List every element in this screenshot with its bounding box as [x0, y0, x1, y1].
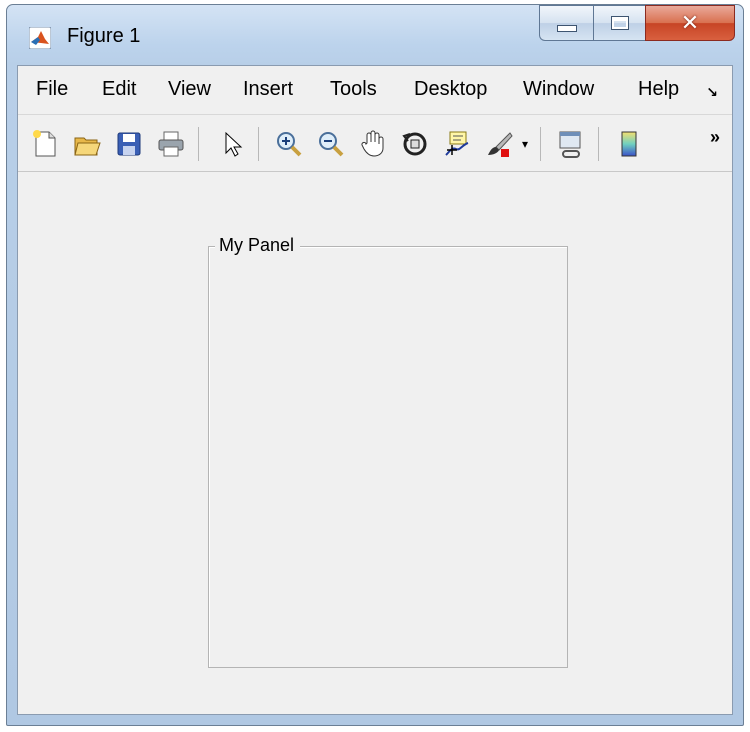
toolbar-separator [258, 127, 259, 161]
matlab-logo-icon [29, 27, 51, 49]
close-icon: ✕ [680, 10, 700, 35]
close-button[interactable]: ✕ [645, 5, 735, 41]
maximize-icon [610, 16, 629, 30]
brush-dropdown-icon[interactable]: ▾ [518, 127, 532, 161]
figure-window: Figure 1 ✕ File Edit View Insert Tools D… [6, 4, 744, 726]
data-cursor-button[interactable] [440, 127, 474, 161]
panel-title: My Panel [215, 235, 301, 256]
rotate-3d-icon [402, 132, 427, 156]
brush-button[interactable] [482, 127, 516, 161]
new-figure-icon [33, 130, 56, 157]
maximize-button[interactable] [593, 5, 645, 41]
toolbar-separator [198, 127, 199, 161]
window-title: Figure 1 [67, 25, 141, 47]
edit-plot-button[interactable] [216, 127, 250, 161]
pan-button[interactable] [356, 127, 390, 161]
zoom-out-icon [319, 132, 344, 157]
menu-edit[interactable]: Edit [102, 78, 136, 101]
toolbar-overflow-icon[interactable]: » [710, 127, 720, 148]
zoom-in-icon [277, 132, 302, 157]
zoom-out-button[interactable] [314, 127, 348, 161]
menu-insert[interactable]: Insert [243, 78, 293, 101]
zoom-in-button[interactable] [272, 127, 306, 161]
menu-bar: File Edit View Insert Tools Desktop Wind… [18, 66, 732, 115]
open-file-icon [74, 137, 101, 156]
pointer-icon [225, 131, 243, 157]
pan-hand-icon [361, 130, 384, 157]
menu-help[interactable]: Help [638, 78, 679, 101]
menu-desktop[interactable]: Desktop [414, 78, 487, 101]
print-button[interactable] [154, 127, 188, 161]
save-icon [117, 132, 141, 156]
menu-tools[interactable]: Tools [330, 78, 377, 101]
figure-client-area: File Edit View Insert Tools Desktop Wind… [17, 65, 733, 715]
uipanel: My Panel [208, 235, 568, 668]
data-cursor-icon [445, 131, 469, 156]
title-bar[interactable]: Figure 1 ✕ [7, 5, 743, 65]
link-plot-button[interactable] [554, 127, 588, 161]
rotate-3d-button[interactable] [398, 127, 432, 161]
figure-toolbar: ▾ » [18, 115, 732, 172]
menu-overflow-icon[interactable]: ↘ [706, 84, 718, 101]
save-button[interactable] [112, 127, 146, 161]
colorbar-button[interactable] [612, 127, 646, 161]
menu-view[interactable]: View [168, 78, 211, 101]
brush-icon [488, 132, 513, 157]
open-file-button[interactable] [70, 127, 104, 161]
new-figure-button[interactable] [28, 127, 62, 161]
link-plot-icon [559, 131, 581, 158]
menu-file[interactable]: File [36, 78, 68, 101]
toolbar-separator [540, 127, 541, 161]
colorbar-icon [621, 131, 637, 157]
minimize-icon [556, 24, 577, 32]
print-icon [158, 131, 184, 157]
toolbar-separator [598, 127, 599, 161]
minimize-button[interactable] [539, 5, 593, 41]
menu-window[interactable]: Window [523, 78, 594, 101]
